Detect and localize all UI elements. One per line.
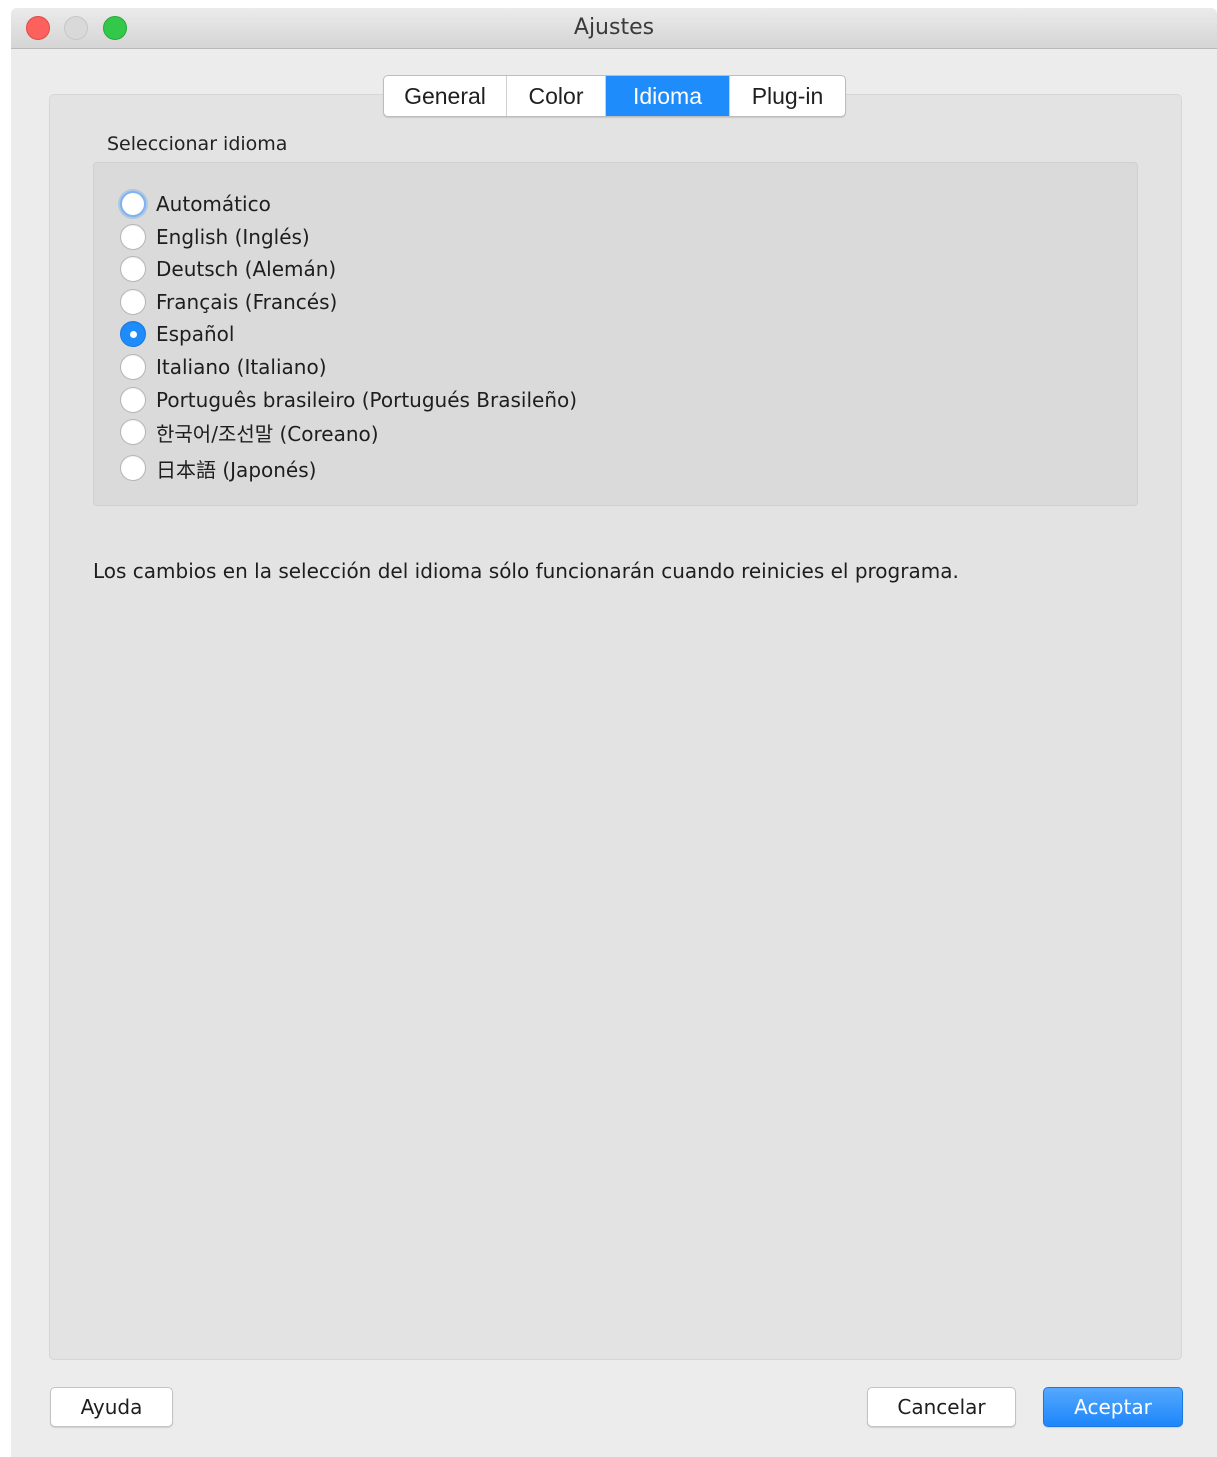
radio-option-deutsch[interactable]: Deutsch (Alemán): [120, 254, 336, 284]
settings-window: Ajustes General Color Idioma Plug-in Sel…: [11, 8, 1217, 1457]
language-section-label: Seleccionar idioma: [107, 133, 288, 155]
radio-option-japones[interactable]: 日本語 (Japonés): [120, 453, 316, 483]
restart-note: Los cambios en la selección del idioma s…: [93, 559, 959, 583]
radio-option-espanol[interactable]: Español: [120, 319, 234, 349]
window-title: Ajustes: [573, 15, 655, 40]
radio-label: 日本語 (Japonés): [156, 457, 317, 482]
radio-button[interactable]: [120, 224, 146, 250]
language-radio-group: Automático English (Inglés) Deutsch (Ale…: [93, 162, 1138, 506]
radio-button[interactable]: [120, 191, 146, 217]
radio-option-italiano[interactable]: Italiano (Italiano): [120, 352, 327, 382]
radio-button[interactable]: [120, 419, 146, 445]
radio-label: Français (Francés): [156, 290, 338, 314]
help-button[interactable]: Ayuda: [50, 1387, 173, 1427]
radio-label: English (Inglés): [156, 225, 310, 249]
tab-color[interactable]: Color: [507, 76, 606, 116]
radio-option-francais[interactable]: Français (Francés): [120, 287, 337, 317]
radio-button[interactable]: [120, 455, 146, 481]
tab-plug-in[interactable]: Plug-in: [730, 76, 845, 116]
radio-label: 한국어/조선말 (Coreano): [156, 421, 379, 446]
radio-button[interactable]: [120, 256, 146, 282]
radio-label: Italiano (Italiano): [156, 355, 327, 379]
tab-general[interactable]: General: [384, 76, 507, 116]
radio-label: Deutsch (Alemán): [156, 257, 337, 281]
title-bar[interactable]: Ajustes: [11, 8, 1217, 49]
radio-option-coreano[interactable]: 한국어/조선말 (Coreano): [120, 417, 379, 447]
cancel-button[interactable]: Cancelar: [867, 1387, 1016, 1427]
radio-button[interactable]: [120, 289, 146, 315]
radio-button[interactable]: [120, 354, 146, 380]
tab-idioma[interactable]: Idioma: [606, 76, 730, 116]
radio-option-portugues[interactable]: Português brasileiro (Portugués Brasileñ…: [120, 385, 577, 415]
radio-button[interactable]: [120, 387, 146, 413]
radio-label: Español: [156, 322, 235, 346]
radio-label: Automático: [156, 192, 271, 216]
ok-button[interactable]: Aceptar: [1043, 1387, 1183, 1427]
radio-button-selected[interactable]: [120, 321, 146, 347]
radio-label: Português brasileiro (Portugués Brasileñ…: [156, 388, 578, 412]
radio-option-automatico[interactable]: Automático: [120, 189, 271, 219]
tab-bar: General Color Idioma Plug-in: [383, 75, 846, 117]
radio-option-english[interactable]: English (Inglés): [120, 222, 310, 252]
